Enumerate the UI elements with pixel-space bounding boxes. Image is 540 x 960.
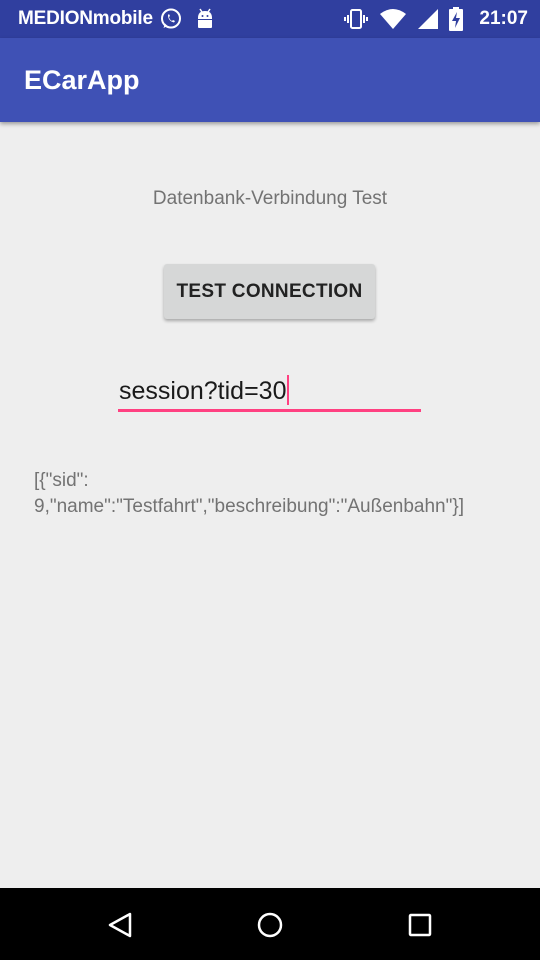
wifi-icon: [379, 8, 407, 30]
session-input[interactable]: session?tid=30: [118, 370, 421, 412]
back-icon[interactable]: [105, 910, 135, 940]
home-icon[interactable]: [255, 910, 285, 940]
main-content: Datenbank-Verbindung Test TEST CONNECTIO…: [0, 122, 540, 888]
result-text: [{"sid": 9,"name":"Testfahrt","beschreib…: [34, 468, 509, 520]
page-heading: Datenbank-Verbindung Test: [152, 188, 388, 209]
text-cursor: [287, 375, 290, 405]
session-input-value: session?tid=30: [119, 377, 287, 405]
status-clock: 21:07: [479, 8, 528, 29]
result-json: [{"sid": 9,"name":"Testfahrt","beschreib…: [34, 470, 464, 517]
signal-icon: [417, 8, 439, 30]
battery-charging-icon: [449, 7, 464, 31]
app-bar: ECarApp: [0, 38, 540, 122]
status-bar: MEDIONmobile 21:07: [0, 0, 540, 38]
app-title: ECarApp: [24, 64, 140, 95]
carrier-name: MEDIONmobile: [18, 8, 153, 29]
test-connection-button[interactable]: TEST CONNECTION: [164, 264, 375, 319]
android-debug-icon: [195, 7, 215, 31]
whatsapp-icon: [159, 7, 183, 31]
navigation-bar: [0, 888, 540, 960]
recents-icon[interactable]: [405, 910, 435, 940]
vibrate-icon: [343, 7, 369, 31]
